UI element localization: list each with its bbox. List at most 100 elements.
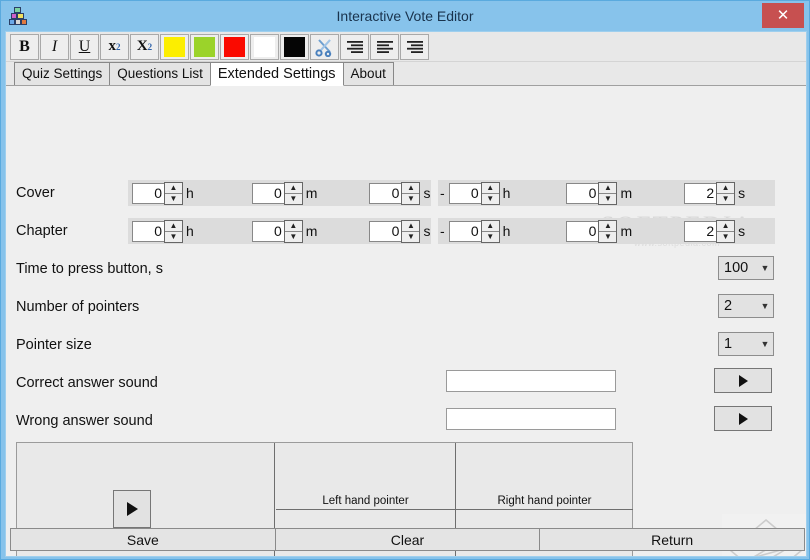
clear-button[interactable]: Clear	[274, 528, 541, 551]
stepper-down-icon[interactable]: ▼	[165, 194, 182, 204]
subscript-button[interactable]: X2	[130, 33, 159, 60]
align-justify-icon	[406, 40, 423, 53]
stepper-up-icon[interactable]: ▲	[402, 183, 420, 194]
bold-button[interactable]: B	[10, 33, 39, 60]
play-icon	[126, 502, 138, 516]
cover-start-minutes-stepper[interactable]: ▲ ▼	[283, 181, 303, 205]
align-justify-button[interactable]	[400, 33, 429, 60]
stepper-down-icon[interactable]: ▼	[402, 194, 419, 204]
chapter-start-hours-input[interactable]: 0	[132, 220, 164, 242]
pointer-size-row: Pointer size	[16, 332, 798, 358]
tab-about[interactable]: About	[342, 62, 394, 85]
chapter-end-seconds-stepper[interactable]: ▲ ▼	[716, 219, 736, 243]
correct-answer-sound-input[interactable]	[446, 370, 616, 392]
cover-end-minutes: 0 ▲ ▼ m	[566, 181, 634, 205]
return-button[interactable]: Return	[539, 528, 806, 551]
stepper-up-icon[interactable]: ▲	[165, 183, 182, 194]
cover-end-minutes-stepper[interactable]: ▲ ▼	[598, 181, 618, 205]
wrong-answer-sound-label: Wrong answer sound	[16, 413, 153, 429]
time-to-press-button-select[interactable]: 100 ▼	[718, 256, 774, 280]
preview-left-hand-pointer[interactable]: Left hand pointer	[276, 443, 456, 510]
yellow-swatch-icon	[164, 36, 185, 57]
stepper-up-icon[interactable]: ▲	[599, 183, 617, 194]
preview-left-hand-pointer-label: Left hand pointer	[322, 495, 409, 507]
stepper-up-icon[interactable]: ▲	[717, 183, 735, 194]
scissors-cut-button[interactable]	[310, 33, 339, 60]
stepper-down-icon[interactable]: ▼	[165, 232, 182, 242]
stepper-down-icon[interactable]: ▼	[717, 232, 734, 242]
stepper-up-icon[interactable]: ▲	[481, 221, 499, 232]
color-white-swatch[interactable]	[250, 33, 279, 60]
chapter-start-seconds: 0 ▲ ▼ s	[369, 219, 432, 243]
play-icon	[738, 374, 748, 387]
time-to-press-button-row: Time to press button, s	[16, 256, 798, 282]
stepper-up-icon[interactable]: ▲	[284, 183, 302, 194]
stepper-down-icon[interactable]: ▼	[482, 232, 499, 242]
close-button[interactable]: ✕	[762, 3, 804, 28]
wrong-answer-play-button[interactable]	[714, 406, 772, 431]
stepper-down-icon[interactable]: ▼	[482, 194, 499, 204]
stepper-up-icon[interactable]: ▲	[717, 221, 735, 232]
stepper-up-icon[interactable]: ▲	[284, 221, 302, 232]
chapter-end-seconds-input[interactable]: 2	[684, 220, 717, 242]
color-green-swatch[interactable]	[190, 33, 219, 60]
stepper-down-icon[interactable]: ▼	[717, 194, 734, 204]
chapter-end-minutes-stepper[interactable]: ▲ ▼	[598, 219, 618, 243]
align-right-button[interactable]	[340, 33, 369, 60]
tab-questions-list[interactable]: Questions List	[109, 62, 211, 85]
chapter-start-minutes-input[interactable]: 0	[251, 220, 284, 242]
stepper-up-icon[interactable]: ▲	[165, 221, 182, 232]
underline-button[interactable]: U	[70, 33, 99, 60]
preview-play-button[interactable]	[113, 490, 151, 528]
stepper-up-icon[interactable]: ▲	[599, 221, 617, 232]
chapter-end-hours-stepper[interactable]: ▲ ▼	[480, 219, 500, 243]
italic-button[interactable]: I	[40, 33, 69, 60]
tab-extended-settings[interactable]: Extended Settings	[209, 62, 344, 86]
chapter-end-seconds-unit: s	[738, 223, 746, 239]
cover-start-hours-input[interactable]: 0	[132, 182, 164, 204]
stepper-down-icon[interactable]: ▼	[599, 194, 616, 204]
number-of-pointers-select[interactable]: 2 ▼	[718, 294, 774, 318]
color-black-swatch[interactable]	[280, 33, 309, 60]
color-yellow-swatch[interactable]	[160, 33, 189, 60]
wrong-answer-sound-input[interactable]	[446, 408, 616, 430]
chapter-start-hours-stepper[interactable]: ▲ ▼	[164, 219, 183, 243]
chapter-start-seconds-stepper[interactable]: ▲ ▼	[401, 219, 421, 243]
cover-end-seconds-stepper[interactable]: ▲ ▼	[716, 181, 736, 205]
chapter-end-minutes-unit: m	[620, 223, 633, 239]
cover-end-hours-input[interactable]: 0	[448, 182, 481, 204]
superscript-button[interactable]: x2	[100, 33, 129, 60]
chapter-end-minutes-input[interactable]: 0	[566, 220, 599, 242]
stepper-down-icon[interactable]: ▼	[402, 232, 419, 242]
stepper-down-icon[interactable]: ▼	[599, 232, 616, 242]
cover-end-minutes-input[interactable]: 0	[566, 182, 599, 204]
app-icon	[9, 7, 27, 25]
cover-start-seconds-input[interactable]: 0	[369, 182, 402, 204]
tab-quiz-settings[interactable]: Quiz Settings	[14, 62, 111, 85]
color-red-swatch[interactable]	[220, 33, 249, 60]
superscript-exponent: 2	[116, 41, 121, 52]
chapter-start-time-group: 0 ▲ ▼ h 0 ▲ ▼ m 0 ▲ ▼ s	[128, 218, 431, 244]
stepper-up-icon[interactable]: ▲	[481, 183, 499, 194]
chapter-time-range-dash: -	[440, 223, 445, 239]
align-right-icon	[346, 40, 363, 53]
stepper-down-icon[interactable]: ▼	[285, 232, 302, 242]
chapter-start-seconds-input[interactable]: 0	[369, 220, 402, 242]
cover-start-minutes-input[interactable]: 0	[251, 182, 284, 204]
cover-end-seconds-input[interactable]: 2	[684, 182, 717, 204]
pointer-size-select[interactable]: 1 ▼	[718, 332, 774, 356]
number-of-pointers-value: 2	[724, 298, 733, 314]
tab-bar: Quiz Settings Questions List Extended Se…	[6, 62, 806, 86]
cover-start-hours-stepper[interactable]: ▲ ▼	[164, 181, 183, 205]
save-button[interactable]: Save	[10, 528, 276, 551]
stepper-down-icon[interactable]: ▼	[285, 194, 302, 204]
black-swatch-icon	[284, 36, 305, 57]
chapter-end-hours-input[interactable]: 0	[448, 220, 481, 242]
chapter-start-minutes-stepper[interactable]: ▲ ▼	[283, 219, 303, 243]
align-left-button[interactable]	[370, 33, 399, 60]
cover-end-hours-stepper[interactable]: ▲ ▼	[480, 181, 500, 205]
cover-start-seconds-stepper[interactable]: ▲ ▼	[401, 181, 421, 205]
preview-right-hand-pointer[interactable]: Right hand pointer	[456, 443, 633, 510]
stepper-up-icon[interactable]: ▲	[402, 221, 420, 232]
correct-answer-play-button[interactable]	[714, 368, 772, 393]
